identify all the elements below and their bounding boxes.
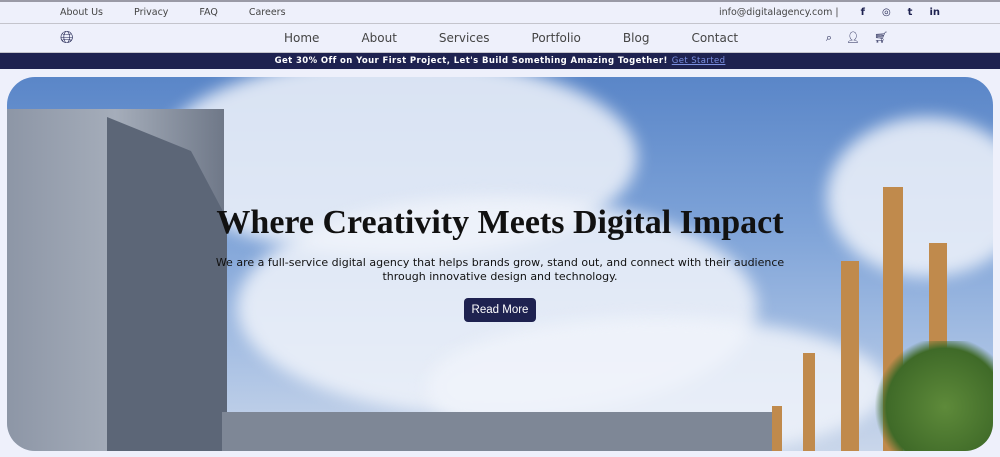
nav-about[interactable]: About [361,31,396,45]
linkedin-icon[interactable]: in [929,7,940,18]
nav-home[interactable]: Home [284,31,319,45]
nav-portfolio[interactable]: Portfolio [532,31,581,45]
promo-text: Get 30% Off on Your First Project, Let's… [274,56,668,66]
search-icon[interactable]: ⌕ [826,31,832,45]
top-link-careers[interactable]: Careers [249,7,286,18]
top-bar: About Us Privacy FAQ Careers info@digita… [0,0,1000,24]
instagram-icon[interactable]: ◎ [882,7,891,18]
hero-subtitle: We are a full-service digital agency tha… [215,256,785,283]
nav-blog[interactable]: Blog [623,31,650,45]
read-more-button[interactable]: Read More [463,298,537,322]
promo-banner: Get 30% Off on Your First Project, Let's… [0,53,1000,69]
user-icon[interactable]: 👤︎ [846,31,860,45]
top-links: About Us Privacy FAQ Careers [60,7,286,18]
contact-email[interactable]: info@digitalagency.com | [719,7,839,18]
twitter-icon[interactable]: t [908,7,913,18]
hero-title: Where Creativity Meets Digital Impact [216,204,784,241]
cart-icon[interactable]: 🛒︎ [874,31,888,45]
globe-logo-icon[interactable]: 🌐︎ [60,28,74,48]
get-started-link[interactable]: Get Started [672,56,726,66]
facebook-icon[interactable]: f [861,7,865,18]
nav-services[interactable]: Services [439,31,490,45]
top-link-about-us[interactable]: About Us [60,7,103,18]
nav-contact[interactable]: Contact [691,31,738,45]
top-link-faq[interactable]: FAQ [199,7,217,18]
hero-section: Where Creativity Meets Digital Impact We… [7,77,993,451]
top-link-privacy[interactable]: Privacy [134,7,168,18]
main-nav: 🌐︎ Home About Services Portfolio Blog Co… [0,24,1000,53]
